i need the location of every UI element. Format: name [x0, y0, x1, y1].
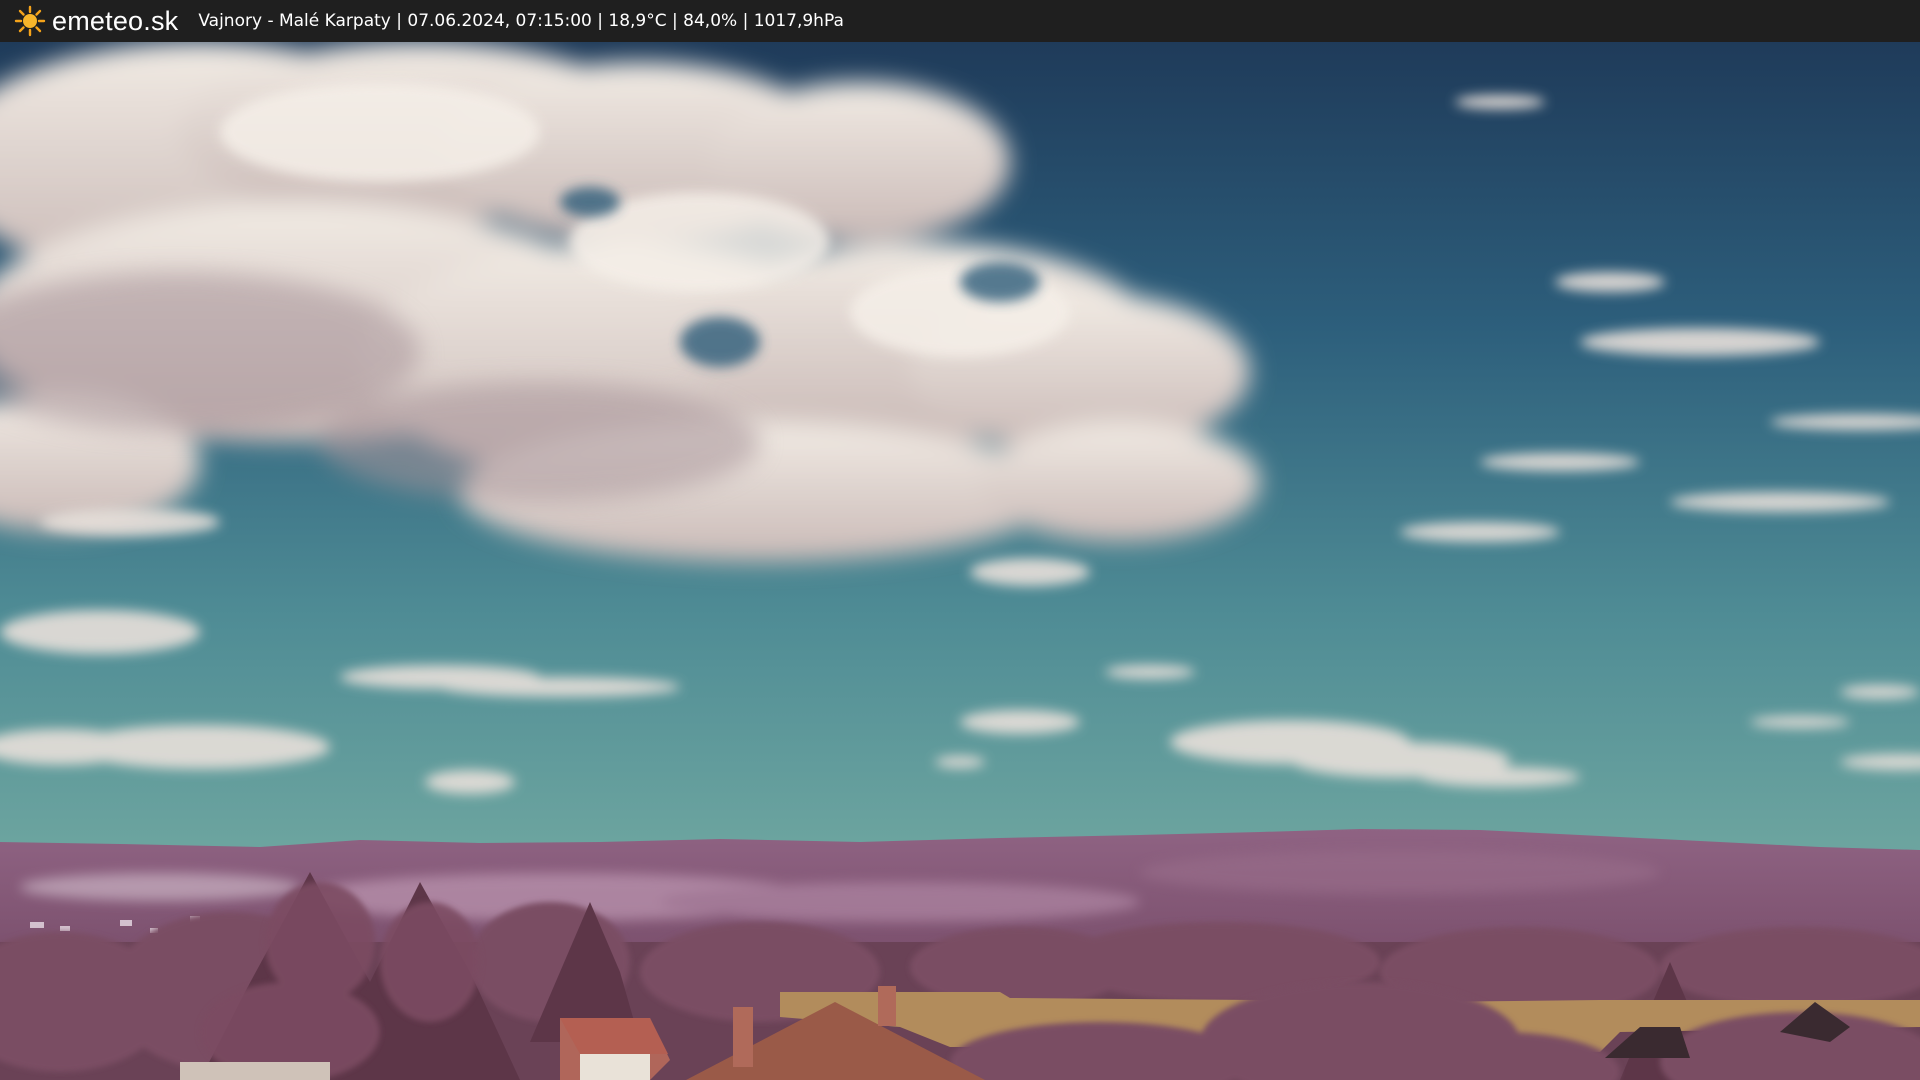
webcam-image [0, 42, 1920, 1080]
site-logo[interactable]: emeteo.sk [14, 0, 178, 42]
webcam-caption: Vajnory - Malé Karpaty | 07.06.2024, 07:… [198, 11, 844, 31]
webcam-scene [0, 42, 1920, 1080]
house-left [560, 1018, 670, 1080]
header-bar: emeteo.sk Vajnory - Malé Karpaty | 07.06… [0, 0, 1920, 42]
site-brand[interactable]: emeteo.sk [52, 6, 178, 37]
sun-icon [14, 5, 46, 37]
